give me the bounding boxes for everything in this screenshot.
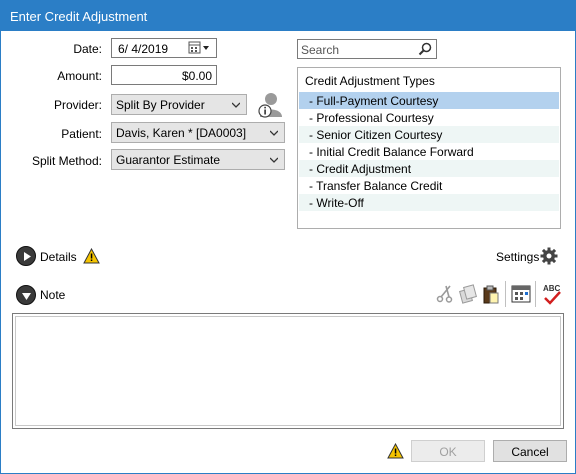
split-method-value: Guarantor Estimate [116, 153, 221, 167]
date-field[interactable]: 6/ 4/2019 [111, 38, 217, 58]
play-circle-icon [24, 252, 31, 261]
paste-icon[interactable] [481, 284, 501, 304]
patient-select[interactable]: Davis, Karen * [DA0003] [111, 122, 285, 143]
amount-label: Amount: [57, 69, 102, 83]
person-info-icon[interactable] [257, 91, 285, 119]
amount-value: $0.00 [181, 69, 212, 83]
amount-field[interactable]: $0.00 [111, 65, 217, 85]
list-item-credit-adjustment[interactable]: - Credit Adjustment [299, 160, 559, 177]
credit-adjustment-types-list[interactable]: Credit Adjustment Types - Full-Payment C… [297, 67, 561, 229]
list-item-transfer-balance-credit[interactable]: - Transfer Balance Credit [299, 177, 559, 194]
toolbar-separator [505, 281, 506, 307]
search-input[interactable] [301, 42, 413, 57]
ok-button[interactable]: OK [411, 440, 485, 462]
patient-label: Patient: [61, 127, 102, 141]
window-title: Enter Credit Adjustment [10, 9, 148, 24]
list-item-senior-citizen-courtesy[interactable]: - Senior Citizen Courtesy [299, 126, 559, 143]
list-item-professional-courtesy[interactable]: - Professional Courtesy [299, 109, 559, 126]
list-item-full-payment-courtesy[interactable]: - Full-Payment Courtesy [299, 92, 559, 109]
chevron-down-icon [270, 130, 278, 136]
copy-icon[interactable] [458, 284, 478, 304]
note-label[interactable]: Note [40, 288, 65, 302]
scissors-icon[interactable] [435, 284, 455, 304]
list-item-write-off[interactable]: - Write-Off [299, 194, 559, 211]
provider-select[interactable]: Split By Provider [111, 94, 247, 115]
gear-icon[interactable] [540, 247, 558, 265]
list-item-initial-credit-balance-forward[interactable]: - Initial Credit Balance Forward [299, 143, 559, 160]
calendar-dropdown-icon[interactable] [188, 41, 212, 55]
settings-label[interactable]: Settings [496, 250, 539, 264]
credit-adjustment-dialog: Enter Credit Adjustment Date: 6/ 4/2019 … [0, 0, 576, 474]
note-text-area[interactable] [12, 313, 564, 429]
date-label: Date: [73, 42, 102, 56]
date-stamp-icon[interactable] [510, 283, 532, 305]
details-toggle-button[interactable] [16, 246, 36, 266]
chevron-down-icon [232, 102, 240, 108]
toolbar-separator [535, 281, 536, 307]
cancel-button[interactable]: Cancel [493, 440, 567, 462]
provider-label: Provider: [53, 98, 102, 112]
warning-triangle-icon [83, 247, 100, 264]
chevron-down-icon [270, 157, 278, 163]
spellcheck-icon[interactable]: ABC [541, 282, 563, 306]
svg-text:ABC: ABC [543, 284, 561, 293]
magnifier-icon[interactable] [418, 42, 432, 56]
patient-value: Davis, Karen * [DA0003] [116, 126, 247, 140]
title-bar: Enter Credit Adjustment [1, 1, 575, 31]
date-value: 6/ 4/2019 [118, 42, 169, 56]
note-toggle-button[interactable] [16, 285, 36, 305]
details-label[interactable]: Details [40, 250, 77, 264]
down-circle-icon [22, 293, 31, 300]
list-header: Credit Adjustment Types [305, 74, 435, 88]
split-method-select[interactable]: Guarantor Estimate [111, 149, 285, 170]
search-box[interactable] [297, 39, 437, 59]
note-text[interactable] [15, 316, 561, 426]
warning-triangle-icon [387, 442, 404, 459]
provider-value: Split By Provider [116, 98, 205, 112]
split-method-label: Split Method: [31, 154, 102, 168]
